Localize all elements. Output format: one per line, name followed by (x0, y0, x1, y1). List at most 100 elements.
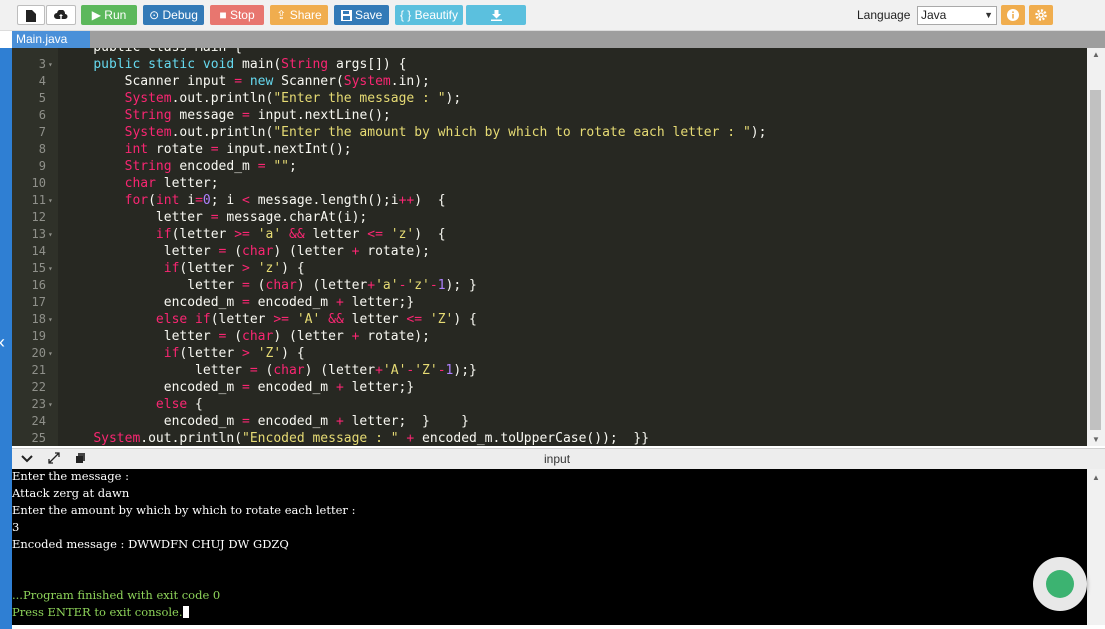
code-token: int (155, 193, 180, 208)
code-token: .out.println( (140, 431, 243, 446)
code-text: String message = input.nextLine(); (62, 107, 391, 124)
editor-scroll-thumb[interactable] (1090, 90, 1101, 430)
code-token: letter (62, 210, 211, 225)
fold-arrow-icon[interactable]: ▾ (48, 345, 53, 362)
code-token: ) { (281, 346, 305, 361)
code-token: ); } (445, 278, 477, 293)
line-number: 19 (31, 329, 46, 343)
code-token: encoded_m (62, 380, 243, 395)
code-token: Scanner input (62, 74, 235, 89)
settings-button[interactable] (1029, 5, 1053, 25)
console-text: Press ENTER to exit console. (12, 605, 183, 619)
code-token: encoded_m (249, 380, 336, 395)
code-token: = (242, 380, 250, 395)
code-token: >= (234, 227, 250, 242)
editor-scrollbar[interactable]: ▲ ▼ (1087, 48, 1105, 446)
code-token: encoded_m (62, 295, 243, 310)
code-token: "Enter the message : " (273, 91, 446, 106)
code-token: = (210, 210, 219, 225)
line-number: 9 (38, 159, 46, 173)
code-token: );} (453, 363, 477, 378)
code-token: ) (letter (296, 278, 368, 293)
code-token: (letter (210, 312, 274, 327)
tab-main-java[interactable]: Main.java (12, 31, 90, 48)
fold-arrow-icon[interactable]: ▾ (48, 192, 53, 209)
stop-icon: ■ (219, 8, 227, 22)
line-number: 21 (31, 363, 46, 377)
code-token: letter (62, 363, 250, 378)
chevron-left-icon: ‹ (0, 333, 5, 351)
fold-arrow-icon[interactable]: ▾ (48, 311, 53, 328)
code-text: Scanner input = new Scanner(System.in); (62, 73, 430, 90)
beautify-button[interactable]: { } Beautify (395, 5, 463, 25)
code-text: else if(letter >= 'A' && letter <= 'Z') … (62, 311, 477, 328)
save-button[interactable]: Save (334, 5, 389, 25)
text-cursor (182, 606, 189, 618)
fold-arrow-icon[interactable]: ▾ (48, 226, 53, 243)
code-token: 'Z' (257, 346, 282, 361)
run-button[interactable]: ▶ Run (81, 5, 137, 25)
code-token: > (242, 346, 250, 361)
code-text: letter = (char) (letter + rotate); (62, 328, 430, 345)
code-token: && (289, 227, 305, 242)
console-scrollbar[interactable]: ▲ (1087, 469, 1105, 625)
code-line: 16 letter = (char) (letter+'a'-'z'-1); } (12, 277, 1087, 294)
code-line: 9 String encoded_m = ""; (12, 158, 1087, 175)
console-header: input (12, 448, 1105, 469)
collapse-chevron-icon[interactable] (21, 452, 33, 464)
expand-icon[interactable] (48, 452, 60, 464)
chat-button[interactable] (1033, 557, 1087, 611)
share-button[interactable]: ⇪ Share (270, 5, 328, 25)
language-select[interactable]: Java ▼ (917, 6, 997, 25)
code-text: encoded_m = encoded_m + letter;} (62, 294, 414, 311)
console-text: Enter the amount by which by which to ro… (12, 503, 356, 517)
stop-button[interactable]: ■ Stop (210, 5, 264, 25)
code-token: input.nextInt(); (218, 142, 352, 157)
code-token: rotate); (359, 244, 430, 259)
output-console[interactable]: Enter the message : Attack zerg at dawn En… (12, 469, 1087, 625)
code-line: 5 System.out.println("Enter the message … (12, 90, 1087, 107)
cloud-upload-icon (54, 9, 68, 19)
info-button[interactable] (1001, 5, 1025, 25)
fold-arrow-icon[interactable]: ▾ (48, 396, 53, 413)
code-token: letter (304, 227, 368, 242)
console-text: Encoded message : DWWDFN CHUJ DW GDZQ (12, 537, 289, 551)
code-line: 20 ▾ if(letter > 'Z') { (12, 345, 1087, 362)
code-token: if (163, 261, 180, 276)
gear-icon (1035, 9, 1047, 21)
line-number: 17 (31, 295, 46, 309)
code-token: 0 (202, 193, 211, 208)
code-token: letter (343, 312, 407, 327)
upload-button[interactable] (46, 5, 76, 25)
code-editor[interactable]: public class Main {3▾ public static void… (12, 48, 1087, 446)
download-button[interactable] (466, 5, 526, 25)
code-token: 'z' (257, 261, 282, 276)
code-text: encoded_m = encoded_m + letter; } } (62, 413, 469, 430)
scroll-up-icon: ▲ (1092, 473, 1100, 482)
line-number: 3 (38, 57, 46, 71)
code-line: 19 letter = (char) (letter + rotate); (12, 328, 1087, 345)
debug-button[interactable]: ⊙ Debug (143, 5, 204, 25)
code-line: 24 encoded_m = encoded_m + letter; } } (12, 413, 1087, 430)
file-tab-bar: Main.java (12, 31, 1105, 48)
code-token: letter;} (343, 380, 415, 395)
code-token: = (242, 108, 250, 123)
code-text: letter = (char) (letter + rotate); (62, 243, 430, 260)
code-token: ) { (414, 193, 446, 208)
code-line: 18 ▾ else if(letter >= 'A' && letter <= '… (12, 311, 1087, 328)
fold-arrow-icon[interactable]: ▾ (48, 56, 53, 73)
copy-icon[interactable] (75, 452, 87, 464)
code-line: 7 System.out.println("Enter the amount b… (12, 124, 1087, 141)
side-panel-toggle[interactable]: ‹ (0, 48, 12, 629)
code-token: public static void (93, 57, 235, 72)
new-file-button[interactable] (17, 5, 45, 25)
fold-arrow-icon[interactable]: ▾ (48, 260, 53, 277)
toolbar: ▶ Run ⊙ Debug ■ Stop ⇪ Share Save { } Be… (0, 0, 1105, 31)
